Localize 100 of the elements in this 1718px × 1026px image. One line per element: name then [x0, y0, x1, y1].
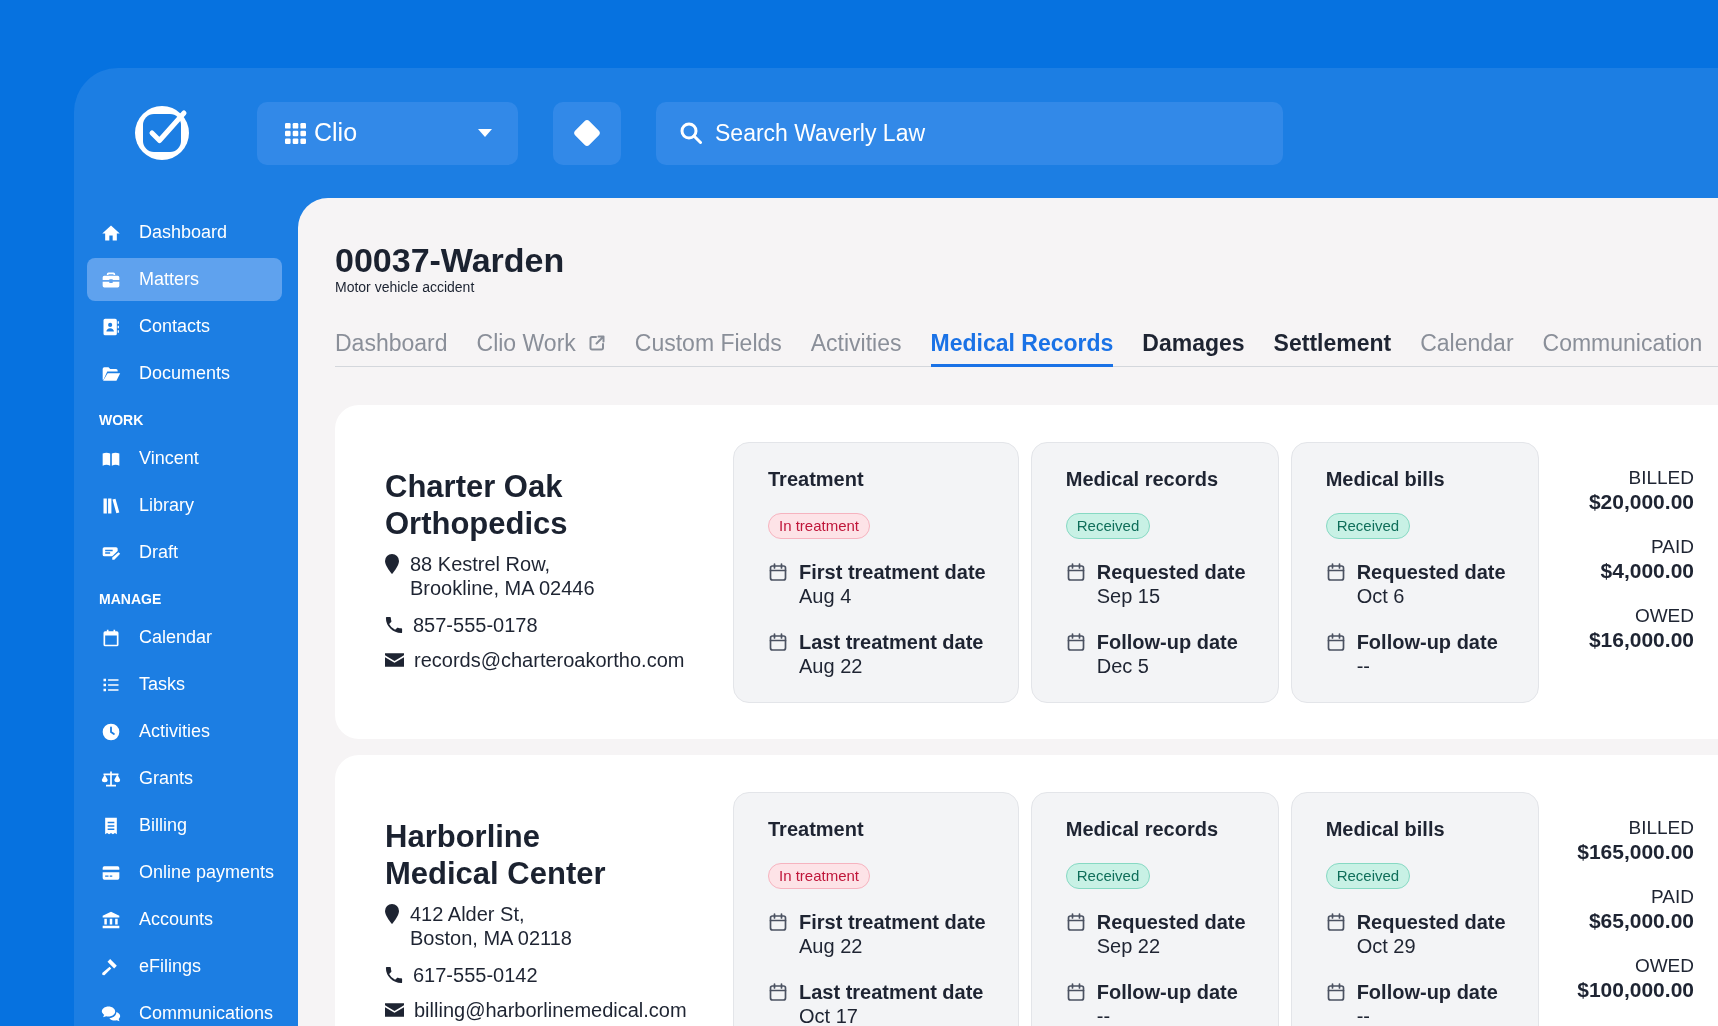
sidebar-item[interactable]: Accounts: [87, 898, 282, 941]
calendar-icon: [1325, 562, 1346, 582]
sidebar-item[interactable]: Contacts: [87, 305, 282, 348]
amount-label: BILLED: [1628, 816, 1694, 840]
date-label: Last treatment date: [799, 980, 984, 1004]
amount-label: OWED: [1634, 954, 1694, 978]
phone-icon: [385, 966, 403, 984]
provider-name: Charter Oak Orthopedics: [385, 468, 569, 542]
sidebar-item[interactable]: Dashboard: [87, 211, 282, 254]
workspace-switcher[interactable]: Clio: [257, 101, 518, 165]
date-value: --: [1356, 1004, 1371, 1026]
date-value: --: [1096, 1004, 1112, 1026]
amount-value: $20,000.00: [1588, 490, 1694, 514]
date-label: Requested date: [1356, 560, 1506, 584]
sidebar-item[interactable]: Documents: [87, 352, 282, 395]
phone-number: 857-555-0178: [413, 613, 538, 637]
status-badge: Received: [1325, 863, 1411, 889]
calendar-icon: [1065, 912, 1086, 932]
tab[interactable]: Custom Fields: [634, 330, 782, 367]
clock-icon: [101, 721, 121, 742]
tab[interactable]: Clio Work: [476, 330, 606, 367]
tab[interactable]: Communication: [1542, 330, 1703, 367]
sidebar-item[interactable]: eFilings: [87, 945, 282, 988]
tab[interactable]: Settlement: [1273, 330, 1392, 367]
contact-card-icon: [101, 316, 121, 337]
phone-number: 617-555-0142: [413, 963, 538, 987]
address-line: Brookline, MA 02446: [410, 576, 595, 600]
amount-label: PAID: [1651, 535, 1694, 559]
calendar-icon: [768, 912, 788, 932]
tab[interactable]: Calendar: [1420, 330, 1514, 367]
sidebar-item[interactable]: Vincent: [87, 437, 282, 480]
sidebar-item[interactable]: Online payments: [87, 851, 282, 894]
sidebar-item[interactable]: Draft: [87, 531, 282, 574]
date-label: Requested date: [1096, 910, 1246, 934]
pin-icon: [385, 554, 399, 574]
calendar-icon: [768, 982, 788, 1002]
status-badge: Received: [1325, 513, 1411, 539]
calendar-icon: [1325, 982, 1346, 1002]
date-label: Follow-up date: [1096, 630, 1238, 654]
amount-label: BILLED: [1628, 466, 1694, 490]
date-label: Requested date: [1096, 560, 1246, 584]
date-value: Aug 22: [799, 654, 864, 678]
sidebar-item[interactable]: Billing: [87, 804, 282, 847]
date-value: Oct 6: [1356, 584, 1406, 608]
date-label: First treatment date: [799, 560, 986, 584]
matter-subtitle: Motor vehicle accident: [335, 279, 476, 295]
sidebar-item[interactable]: Tasks: [87, 663, 282, 706]
diamond-button[interactable]: [553, 101, 621, 165]
date-value: Sep 15: [1096, 584, 1162, 608]
card-title: Treatment: [768, 467, 865, 491]
email-address: records@charteroakortho.com: [414, 648, 685, 672]
date-value: Oct 29: [1356, 934, 1417, 958]
address-line: 88 Kestrel Row,: [410, 552, 552, 576]
calendar-icon: [1065, 982, 1086, 1002]
calendar-icon: [768, 632, 788, 652]
card-title: Medical records: [1065, 467, 1219, 491]
amount-label: PAID: [1651, 885, 1694, 909]
search-field[interactable]: Search Waverly Law: [656, 101, 1283, 165]
calendar-icon: [1065, 632, 1086, 652]
caret-icon: [478, 129, 492, 137]
address-line: Boston, MA 02118: [410, 926, 572, 950]
envelope-icon: [385, 653, 404, 667]
calendar-icon: [101, 627, 121, 648]
sidebar-section-heading: MANAGE: [99, 591, 162, 607]
date-label: Last treatment date: [799, 630, 984, 654]
date-value: Oct 17: [799, 1004, 859, 1026]
tab[interactable]: Damages: [1142, 330, 1245, 367]
date-label: Follow-up date: [1356, 630, 1498, 654]
amount-value: $4,000.00: [1600, 559, 1694, 583]
amount-value: $100,000.00: [1577, 978, 1694, 1002]
sidebar-section-heading: WORK: [99, 412, 144, 428]
sidebar-item[interactable]: Library: [87, 484, 282, 527]
calendar-icon: [1065, 562, 1086, 582]
date-label: Follow-up date: [1096, 980, 1238, 1004]
date-value: --: [1356, 654, 1371, 678]
amount-value: $65,000.00: [1588, 909, 1694, 933]
date-value: Sep 22: [1096, 934, 1162, 958]
date-value: Dec 5: [1096, 654, 1150, 678]
tab[interactable]: Activities: [810, 330, 902, 367]
grid-icon: [285, 122, 306, 144]
sidebar-item[interactable]: Matters: [87, 258, 282, 301]
date-value: Aug 22: [799, 934, 864, 958]
sidebar-item[interactable]: Grants: [87, 757, 282, 800]
tab[interactable]: Dashboard: [335, 330, 448, 367]
date-label: Requested date: [1356, 910, 1506, 934]
sidebar-item[interactable]: Calendar: [87, 616, 282, 659]
date-label: First treatment date: [799, 910, 986, 934]
tab[interactable]: Medical Records: [930, 330, 1114, 367]
pin-icon: [385, 904, 399, 924]
card-title: Medical bills: [1325, 467, 1446, 491]
status-badge: In treatment: [768, 513, 871, 539]
sidebar-item[interactable]: Communications: [87, 992, 282, 1026]
date-label: Follow-up date: [1356, 980, 1498, 1004]
phone-icon: [385, 616, 403, 634]
status-badge: Received: [1065, 513, 1151, 539]
sidebar-item[interactable]: Activities: [87, 710, 282, 753]
status-badge: Received: [1065, 863, 1151, 889]
amount-value: $165,000.00: [1577, 840, 1694, 864]
date-value: Aug 4: [799, 584, 853, 608]
card-title: Medical bills: [1325, 817, 1446, 841]
